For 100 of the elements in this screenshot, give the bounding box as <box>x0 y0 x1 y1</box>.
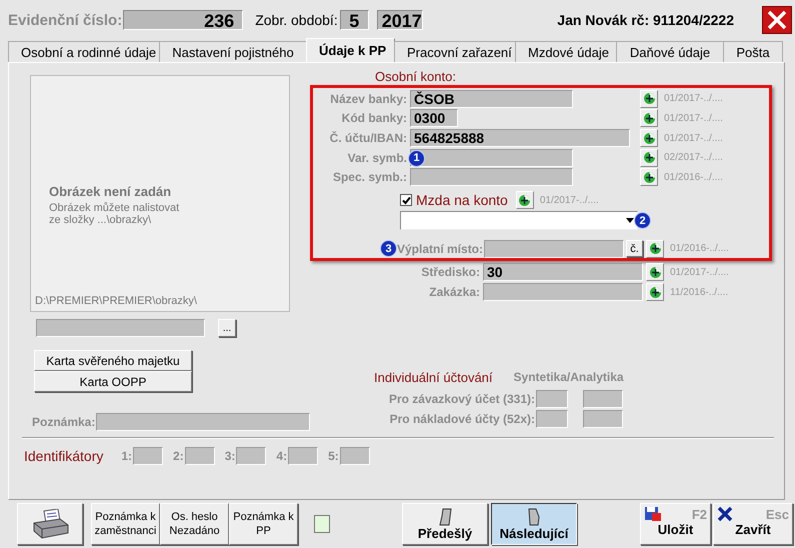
close-button[interactable]: Esc Zavřít <box>713 503 793 545</box>
history-button[interactable] <box>646 263 664 281</box>
history-icon <box>642 151 656 164</box>
input-field[interactable] <box>236 447 266 465</box>
picture-title: Obrázek není zadán <box>49 184 172 199</box>
field-label: 5: <box>328 449 339 463</box>
tab[interactable]: Pošta <box>723 41 783 62</box>
identifiers-label: Identifikátory <box>24 448 104 464</box>
tab[interactable]: Daňové údaje <box>616 41 724 62</box>
tab[interactable]: Údaje k PP <box>306 38 395 62</box>
input-field[interactable] <box>410 148 573 167</box>
number-badge: 3 <box>380 240 397 258</box>
floppy-icon <box>644 506 662 522</box>
section-heading: Osobní konto: <box>375 69 457 85</box>
period-month-field: 5 <box>340 10 369 30</box>
history-button[interactable] <box>646 283 664 301</box>
input-field[interactable] <box>583 410 623 428</box>
note-field[interactable] <box>96 413 310 431</box>
field-label: 1: <box>121 449 132 463</box>
history-button[interactable] <box>640 109 658 128</box>
field-label: 4: <box>276 449 288 463</box>
validity-date: 01/2017-../.... <box>664 112 723 124</box>
period-label: Zobr. období: <box>255 12 338 28</box>
input-field[interactable] <box>536 410 568 428</box>
print-button[interactable] <box>17 503 83 545</box>
card-button[interactable]: Karta OOPP <box>34 371 192 392</box>
card-button[interactable]: Karta svěřeného majetku <box>34 350 192 371</box>
field-label: Název banky: <box>329 92 407 106</box>
input-field[interactable]: 30 <box>483 263 643 281</box>
number-badge: 2 <box>634 212 651 230</box>
navigation-button[interactable]: Předešlý <box>402 503 488 545</box>
validity-date: 01/2017-../.... <box>670 266 729 278</box>
note-button[interactable]: Os. heslo Nezadáno <box>160 503 229 545</box>
input-field[interactable]: ČSOB <box>410 90 573 108</box>
field-label: Středisko: <box>420 265 480 279</box>
file-field[interactable] <box>36 319 205 337</box>
field-label: Pro závazkový účet (331): <box>388 392 535 406</box>
history-icon <box>642 92 656 106</box>
validity-date: 01/2017-../.... <box>664 93 723 104</box>
history-button[interactable] <box>640 168 658 186</box>
history-icon <box>642 112 656 125</box>
checkbox-label: Mzda na konto <box>416 192 508 208</box>
history-icon <box>648 286 662 298</box>
navigation-button[interactable]: Následující <box>491 503 577 545</box>
input-field[interactable]: 0300 <box>410 109 458 128</box>
validity-date: 01/2016-../.... <box>664 172 723 183</box>
status-indicator <box>314 515 330 533</box>
evidence-number-field: 236 <box>123 10 244 30</box>
note-button[interactable]: Poznámka k zaměstnanci <box>91 503 160 545</box>
history-icon <box>648 242 662 256</box>
history-button[interactable] <box>640 148 658 167</box>
field-label: Pro nákladové účty (52x): <box>388 412 535 426</box>
validity-date: 01/2016-../.... <box>670 243 729 254</box>
caret-icon <box>626 218 634 224</box>
field-label: Výplatní místo: <box>397 242 484 256</box>
field-label: Zakázka: <box>428 285 480 299</box>
picture-hint: Obrázek můžete nalistovat ze složky ...\obrazky\ <box>49 202 180 226</box>
save-button[interactable]: F2 Uložit <box>640 503 711 545</box>
field-label: 2: <box>173 449 184 463</box>
validity-date: 01/2017-../.... <box>540 194 599 206</box>
input-field[interactable] <box>410 168 573 186</box>
note-label: Poznámka: <box>32 415 96 429</box>
section-heading: Individuální účtování <box>374 370 493 384</box>
evidence-label: Evidenční číslo: <box>8 12 122 28</box>
field-label: Kód banky: <box>340 111 407 126</box>
history-icon <box>648 266 662 278</box>
period-year-field: 2017 <box>376 10 423 30</box>
input-field[interactable] <box>536 390 568 408</box>
input-field[interactable] <box>340 447 370 465</box>
input-field[interactable] <box>484 240 624 258</box>
close-button[interactable] <box>762 6 792 34</box>
column-heading: Syntetika/Analytika <box>514 370 624 384</box>
input-field[interactable] <box>133 447 164 465</box>
note-button[interactable]: Poznámka k PP <box>229 503 298 545</box>
input-field[interactable] <box>483 283 643 301</box>
field-label: 3: <box>224 449 236 463</box>
input-field[interactable] <box>288 447 318 465</box>
field-label: Č. účtu/IBAN: <box>328 131 407 146</box>
checkbox[interactable] <box>400 194 412 206</box>
history-button[interactable] <box>640 129 658 148</box>
tab[interactable]: Mzdové údaje <box>515 41 617 62</box>
page-icon <box>527 508 541 526</box>
history-icon <box>642 132 656 145</box>
browse-button[interactable]: ... <box>218 319 236 337</box>
input-field[interactable] <box>583 390 623 408</box>
input-field[interactable]: 564825888 <box>410 129 630 148</box>
employee-name: Jan Novák rč: 911204/2222 <box>557 12 734 28</box>
input-field[interactable] <box>184 447 215 465</box>
pick-button[interactable]: č. <box>626 240 644 258</box>
tab[interactable]: Pracovní zařazení <box>394 41 516 62</box>
history-button[interactable] <box>516 191 534 210</box>
tab[interactable]: Nastavení pojistného <box>159 41 307 62</box>
close-icon <box>766 10 788 30</box>
history-icon <box>642 170 656 184</box>
check-icon <box>402 196 410 205</box>
history-button[interactable] <box>646 240 664 258</box>
validity-date: 01/2017-../.... <box>664 132 723 144</box>
page-icon <box>438 508 452 526</box>
history-button[interactable] <box>640 90 658 108</box>
tab[interactable]: Osobní a rodinné údaje <box>8 41 160 62</box>
